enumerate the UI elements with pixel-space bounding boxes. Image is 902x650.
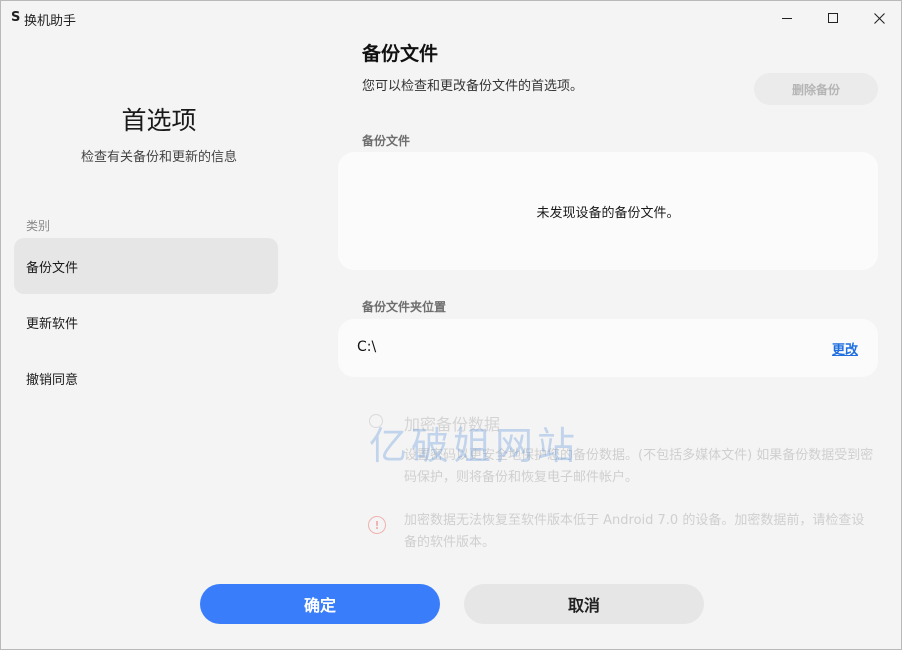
sidebar-item-label: 备份文件 [26,260,79,276]
category-label: 类别 [26,219,51,233]
maximize-icon [828,13,838,23]
backup-files-card: 未发现设备的备份文件。 [338,152,878,270]
encrypt-warning-text: 加密数据无法恢复至软件版本低于 Android 7.0 的设备。加密数据前，请检… [404,513,865,550]
watermark: 亿破姐网站 [369,424,580,468]
sidebar-item-revoke-consent[interactable]: 撤销同意 [14,350,278,406]
window-title: 换机助手 [24,14,77,29]
backup-empty-text: 未发现设备的备份文件。 [536,205,680,221]
sidebar-heading: 首选项 [121,106,197,135]
sidebar-item-label: 更新软件 [26,316,79,332]
minimize-button[interactable] [764,1,810,35]
title-bar: S 换机助手 [1,1,901,35]
app-logo: S [11,10,21,25]
page-description: 您可以检查和更改备份文件的首选项。 [362,79,584,94]
sidebar-item-backup-files[interactable]: 备份文件 [14,238,278,294]
folder-section-label: 备份文件夹位置 [362,300,447,314]
warning-icon: ! [368,516,386,534]
ok-button[interactable]: 确定 [200,584,440,624]
maximize-button[interactable] [810,1,856,35]
delete-backup-button[interactable]: 删除备份 [754,73,878,105]
folder-path: C:\ [357,339,377,355]
minimize-icon [782,17,792,19]
cancel-button[interactable]: 取消 [464,584,704,624]
sidebar-item-update-software[interactable]: 更新软件 [14,294,278,350]
app-window: S 换机助手 首选项 检查有关备份和更新的信息 类别 备份文件 更新软件 撤销同… [0,0,902,650]
close-icon [873,12,885,24]
page-title: 备份文件 [362,43,439,65]
sidebar-subtitle: 检查有关备份和更新的信息 [80,150,237,165]
folder-location-card: C:\ 更改 [338,319,878,377]
backup-section-label: 备份文件 [362,134,411,148]
close-button[interactable] [856,1,902,35]
change-folder-link[interactable]: 更改 [832,339,858,358]
sidebar-item-label: 撤销同意 [26,372,79,388]
